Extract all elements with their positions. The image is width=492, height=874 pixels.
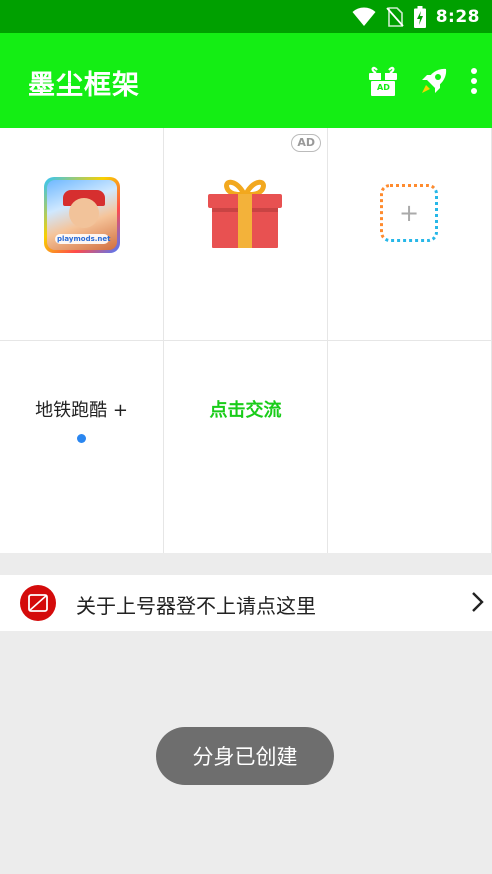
battery-charging-icon	[413, 5, 426, 28]
app-grid: playmods.net 地铁跑酷 + AD 点击交流 +	[0, 128, 492, 553]
app-bar: 墨尘框架 AD	[0, 33, 492, 128]
app-title: 墨尘框架	[28, 70, 140, 101]
subway-surfers-app-icon: playmods.net	[44, 177, 120, 253]
status-icons: 8:28	[352, 0, 480, 33]
ad-badge: AD	[291, 134, 321, 152]
icon-caption: playmods.net	[57, 235, 111, 243]
gift-box-icon	[208, 179, 282, 248]
status-bar: 8:28	[0, 0, 492, 33]
rocket-icon[interactable]	[418, 65, 450, 97]
grid-item-label: 点击交流	[209, 400, 282, 421]
wifi-icon	[352, 7, 376, 26]
grid-item-add-app[interactable]: +	[328, 128, 491, 340]
no-ad-icon	[20, 585, 56, 621]
toast-message: 分身已创建	[156, 727, 334, 785]
grid-item-subway-surfers[interactable]: playmods.net	[0, 128, 163, 340]
notice-text: 关于上号器登不上请点这里	[76, 594, 316, 618]
chevron-right-icon	[472, 592, 484, 612]
no-sim-icon	[386, 6, 404, 27]
more-vert-icon[interactable]	[470, 67, 478, 95]
grid-item-label: 地铁跑酷 +	[35, 400, 128, 421]
status-time: 8:28	[435, 6, 480, 27]
gift-ad-badge: AD	[377, 83, 390, 92]
running-indicator-dot	[77, 434, 86, 443]
grid-item-gift[interactable]: AD	[164, 128, 327, 340]
app-bar-actions: AD	[368, 63, 478, 99]
add-app-icon: +	[380, 184, 438, 242]
gift-ad-button[interactable]: AD	[368, 64, 398, 98]
gift-ad-icon	[369, 66, 397, 96]
notice-row[interactable]: 关于上号器登不上请点这里	[0, 575, 492, 631]
grid-divider	[0, 340, 492, 341]
